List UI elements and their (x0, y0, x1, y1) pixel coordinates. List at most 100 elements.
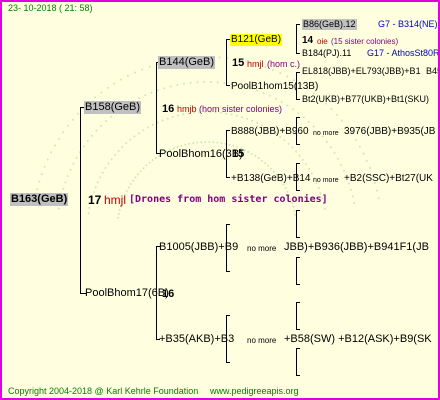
root-bracket (80, 107, 81, 294)
watermark-dot (132, 179, 135, 182)
watermark-dot (298, 154, 301, 157)
mmm-node[interactable]: B121(GeB) (230, 34, 283, 46)
watermark-dot (302, 116, 305, 119)
gen4-node-b[interactable]: B184(PJ).11 (302, 48, 351, 59)
watermark-dot (100, 124, 103, 127)
watermark-dot (291, 146, 294, 149)
pp-line-top (226, 315, 230, 316)
footer-copyright: Copyright 2004-2018 @ Karl Kehrle Founda… (8, 386, 199, 396)
watermark-dot (62, 131, 65, 134)
mmm-line-bottom (296, 53, 300, 54)
watermark-dot (308, 167, 310, 170)
mpp-node[interactable]: +B138(GeB)+B14 (230, 173, 312, 185)
watermark-dot (101, 171, 104, 174)
gen4-node-d[interactable]: Bt2(UKB)+B77(UKB)+Bt1(SKU) (302, 94, 429, 105)
root-node[interactable]: B163(GeB) (10, 193, 69, 206)
watermark-dot (137, 173, 139, 176)
pm-lower-bottom (296, 284, 300, 285)
watermark-dot (50, 151, 53, 154)
watermark-dot (188, 142, 191, 145)
watermark-dot (376, 189, 378, 192)
watermark-dot (62, 187, 65, 190)
watermark-dot (333, 152, 336, 154)
watermark-dot (144, 94, 147, 97)
watermark-dot (257, 157, 260, 160)
mmp-node[interactable]: PoolB1hom15(13B) (230, 81, 319, 93)
watermark-dot (286, 75, 289, 78)
watermark-dot (307, 120, 310, 123)
pedigree-frame: 23- 10-2018 ( 21: 58) B163(GeB) 17 hmjl … (0, 0, 440, 400)
mother-note: (hom sister colonies) (199, 104, 283, 114)
mm-node[interactable]: B144(GeB) (158, 56, 216, 69)
watermark-dot (117, 149, 120, 152)
pm-node[interactable]: B1005(JBB)+B9 (158, 241, 239, 254)
watermark-dot (104, 167, 107, 169)
pp-upper-bottom (296, 329, 300, 330)
pm-line-top (226, 224, 230, 225)
watermark-dot (147, 126, 149, 129)
mother-node[interactable]: B158(GeB) (84, 101, 142, 114)
watermark-dot (99, 176, 102, 179)
watermark-dot (216, 141, 219, 144)
watermark-dot (180, 144, 183, 147)
watermark-dot (365, 159, 368, 162)
watermark-dot (268, 94, 271, 97)
watermark-dot (72, 162, 75, 165)
watermark-dot (270, 167, 272, 170)
root-generation-number: 17 (88, 193, 102, 207)
watermark-dot (212, 141, 215, 144)
mmm-line-top (296, 24, 300, 25)
pp-no-more: no more (247, 336, 277, 345)
watermark-dot (64, 181, 67, 184)
mp-node[interactable]: PoolBhom16(3B) (158, 148, 244, 161)
watermark-dot (335, 113, 338, 116)
watermark-dot (120, 78, 122, 81)
watermark-dot (100, 91, 103, 94)
watermark-dot (148, 65, 151, 68)
watermark-dot (247, 151, 250, 153)
watermark-dot (169, 85, 172, 88)
watermark-dot (354, 138, 357, 141)
mpm-node[interactable]: B888(JBB)+B960 (230, 126, 310, 138)
watermark-dot (46, 158, 49, 161)
mm-bracket (226, 39, 227, 86)
watermark-dot (325, 140, 328, 143)
watermark-dot (260, 159, 263, 162)
watermark-dot (377, 197, 380, 200)
watermark-dot (204, 141, 207, 143)
watermark-dot (161, 119, 164, 122)
watermark-dot (208, 141, 211, 143)
watermark-dot (156, 121, 159, 124)
watermark-dot (125, 142, 128, 145)
watermark-dot (95, 129, 98, 132)
watermark-dot (118, 209, 121, 211)
watermark-dot (220, 142, 223, 145)
pp-node[interactable]: +B35(AKB)+B3 (158, 333, 235, 346)
pp-line-bottom (226, 362, 230, 363)
watermark-dot (264, 162, 267, 165)
mm-generation-number: 15 (232, 57, 245, 69)
watermark-dot (43, 165, 46, 168)
watermark-dot (91, 134, 93, 137)
footer-website[interactable]: www.pedigreeapis.org (210, 386, 299, 397)
watermark-dot (292, 205, 295, 208)
watermark-dot (134, 176, 137, 179)
watermark-dot (287, 142, 290, 145)
watermark-dot (66, 175, 69, 178)
watermark-dot (86, 140, 89, 142)
watermark-dot (184, 143, 187, 146)
watermark-dot (151, 159, 154, 162)
watermark-dot (105, 120, 107, 123)
watermark-dot (113, 82, 116, 85)
watermark-dot (94, 96, 97, 99)
sire-node[interactable]: PoolBhom17(6B) (84, 287, 170, 300)
watermark-dot (36, 188, 39, 191)
gen4-node-c[interactable]: EL818(JBB)+EL793(JBB)+B1 (302, 66, 421, 77)
gen4-node-a[interactable]: B86(GeB).12 (302, 19, 357, 30)
pm-lower-bracket (296, 257, 297, 285)
mother-bracket (156, 62, 157, 154)
watermark-dot (343, 169, 345, 172)
watermark-dot (126, 74, 129, 77)
watermark-dot (329, 146, 332, 149)
watermark-dot (107, 162, 110, 165)
